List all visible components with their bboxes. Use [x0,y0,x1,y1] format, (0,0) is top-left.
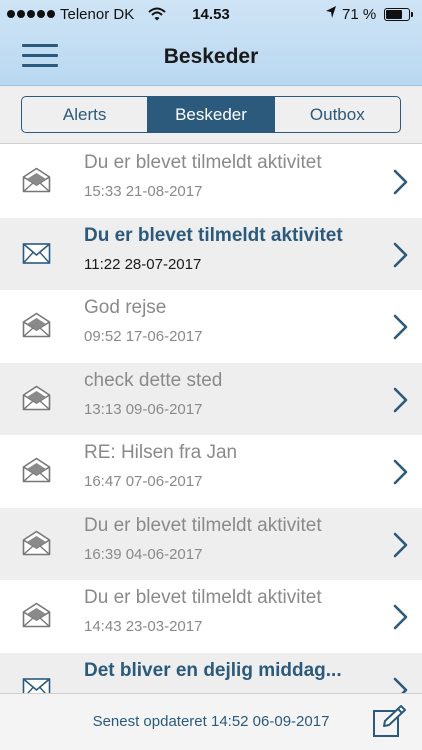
message-subject: RE: Hilsen fra Jan [84,442,238,463]
envelope-open-icon [22,385,51,411]
last-updated-text: Senest opdateret 14:52 06-09-2017 [92,713,330,730]
segmented-control: Alerts Beskeder Outbox [21,96,401,133]
chevron-right-icon [392,169,408,195]
compose-icon[interactable] [372,704,406,738]
message-list: Du er blevet tilmeldt aktivitet 15:33 21-… [0,145,422,693]
chevron-right-icon [392,677,408,693]
envelope-open-icon [22,602,51,628]
message-row[interactable]: Du er blevet tilmeldt aktivitet 15:33 21-… [0,145,422,218]
chevron-right-icon [392,532,408,558]
message-subject: check dette sted [84,369,223,391]
message-row[interactable]: Du er blevet tilmeldt aktivitet 14:43 23-… [0,580,422,653]
envelope-open-icon [22,167,51,193]
page-title: Beskeder [163,45,259,68]
message-date: 11:22 28-07-2017 [84,255,202,273]
battery-percent: 71 % [342,6,377,23]
envelope-open-icon [22,312,51,338]
message-date: 14:43 23-03-2017 [84,618,203,635]
chevron-right-icon [392,604,408,630]
tab-alerts[interactable]: Alerts [22,97,147,132]
location-arrow-icon [325,5,337,23]
tab-beskeder[interactable]: Beskeder [147,97,274,132]
message-subject: Du er blevet tilmeldt aktivitet [84,587,322,608]
message-row[interactable]: check dette sted 13:13 09-06-2017 [0,362,422,435]
message-date: 13:13 09-06-2017 [84,400,203,418]
message-date: 16:39 04-06-2017 [84,545,203,563]
chevron-right-icon [392,459,408,485]
tab-bar: Alerts Beskeder Outbox [0,86,422,144]
message-row[interactable]: Du er blevet tilmeldt aktivitet 11:22 28-… [0,217,422,290]
chevron-right-icon [392,314,408,340]
message-date: 16:47 07-06-2017 [84,473,203,490]
envelope-open-icon [22,530,51,556]
chevron-right-icon [392,387,408,413]
status-bar: Telenor DK 14.53 71 % [0,0,422,30]
battery-icon [384,8,413,21]
message-row[interactable]: Det bliver en dejlig middag... [0,652,422,693]
tab-outbox[interactable]: Outbox [273,97,400,132]
message-row[interactable]: Du er blevet tilmeldt aktivitet 16:39 04-… [0,507,422,580]
message-date: 09:52 17-06-2017 [84,328,203,345]
navigation-bar: Telenor DK 14.53 71 % Beskeder [0,0,422,86]
chevron-right-icon [392,242,408,268]
message-subject: God rejse [84,297,167,318]
envelope-closed-icon [22,675,51,693]
message-subject: Du er blevet tilmeldt aktivitet [84,514,322,536]
message-subject: Du er blevet tilmeldt aktivitet [84,224,343,246]
message-row[interactable]: RE: Hilsen fra Jan 16:47 07-06-2017 [0,435,422,508]
message-row[interactable]: God rejse 09:52 17-06-2017 [0,290,422,363]
envelope-closed-icon [22,240,51,266]
message-date: 15:33 21-08-2017 [84,183,203,200]
message-subject: Det bliver en dejlig middag... [84,659,342,681]
message-subject: Du er blevet tilmeldt aktivitet [84,152,322,173]
footer-toolbar: Senest opdateret 14:52 06-09-2017 [0,693,422,750]
envelope-open-icon [22,457,51,483]
